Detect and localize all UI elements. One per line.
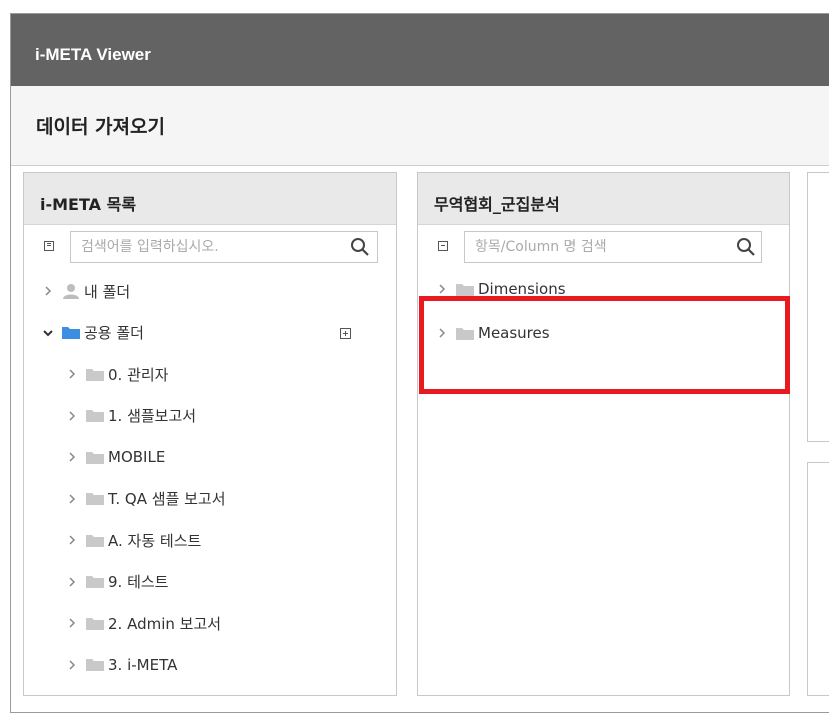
tree-item-label: A. 자동 테스트 [108,531,202,550]
tree-item-label: Dimensions [478,280,566,298]
dataset-title: 무역협회_군집분석 [434,195,560,214]
folder-icon [86,368,104,381]
tree-item[interactable]: 2. Admin 보고서 [66,611,221,635]
tree-item-label: 3. i-META [108,655,178,674]
chevron-right-icon[interactable] [66,659,78,671]
tree-item-label: T. QA 샘플 보고서 [108,490,226,508]
tree-item-label: 2. Admin 보고서 [108,614,222,633]
chevron-right-icon[interactable] [66,576,78,588]
tree-item[interactable]: 3. i-META [66,653,177,677]
folder-icon [86,659,104,671]
tree-item[interactable]: 공용 폴더 [42,321,144,345]
folder-icon [456,283,474,296]
column-search-input[interactable] [464,231,762,263]
chevron-right-icon[interactable] [42,285,54,297]
column-search-row [418,225,789,269]
chevron-right-icon[interactable] [66,617,78,629]
tree-item[interactable]: 9. 테스트 [66,570,168,594]
tree-item-label: 공용 폴더 [84,324,144,342]
tree-item[interactable]: 내 폴더 [42,279,130,303]
tree-item[interactable]: Dimensions [436,277,566,301]
chevron-right-icon[interactable] [66,451,78,463]
folder-icon [86,493,104,505]
folder-icon [456,327,474,340]
search-icon[interactable] [736,237,756,257]
dataset-panel: 무역협회_군집분석 Dimensions Measures [417,172,790,696]
window-title: i-META Viewer [35,45,151,64]
folder-icon [86,410,104,422]
tree-item[interactable]: MOBILE [66,445,165,469]
tree-item[interactable]: 1. 샘플보고서 [66,404,196,428]
dialog-header: 데이터 가져오기 [11,86,829,166]
collapse-all-icon[interactable] [44,241,54,251]
chevron-right-icon[interactable] [436,283,448,295]
window-titlebar: i-META Viewer [11,14,829,86]
imeta-list-title: i-META 목록 [40,195,137,214]
dataset-header: 무역협회_군집분석 [418,173,789,225]
collapse-all-icon[interactable] [438,241,448,251]
folder-icon [62,327,80,339]
tree-item-label: 내 폴더 [84,282,131,301]
imeta-search-input[interactable] [70,231,378,263]
chevron-right-icon[interactable] [436,327,448,339]
dialog-title: 데이터 가져오기 [36,116,165,138]
tree-item[interactable]: 0. 관리자 [66,362,168,386]
right-panel-bottom [807,462,829,696]
chevron-right-icon[interactable] [66,493,78,505]
tree-item-label: 0. 관리자 [108,365,169,384]
tree-item[interactable]: T. QA 샘플 보고서 [66,487,226,511]
search-icon[interactable] [350,237,370,257]
chevron-down-icon[interactable] [42,327,54,339]
folder-icon [86,576,104,588]
tree-item[interactable]: Measures [436,321,550,345]
chevron-right-icon[interactable] [66,534,78,546]
folder-icon [86,534,104,547]
tree-item-label: MOBILE [108,448,166,466]
folder-icon [86,617,104,630]
add-folder-icon[interactable] [340,327,351,339]
imeta-search-row [24,225,396,269]
tree-item-label: 9. 테스트 [108,573,169,591]
right-panel-top [807,172,829,442]
chevron-right-icon[interactable] [66,410,78,422]
imeta-list-panel: i-META 목록 내 폴더공용 폴더 0. 관리자 1. 샘플보고서 MOBILE T… [23,172,397,696]
folder-icon [86,451,104,464]
imeta-list-header: i-META 목록 [24,173,396,225]
person-icon [63,284,79,299]
chevron-right-icon[interactable] [66,368,78,380]
tree-item-label: 1. 샘플보고서 [108,407,197,425]
tree-item[interactable]: A. 자동 테스트 [66,528,201,552]
tree-item-label: Measures [478,324,550,342]
